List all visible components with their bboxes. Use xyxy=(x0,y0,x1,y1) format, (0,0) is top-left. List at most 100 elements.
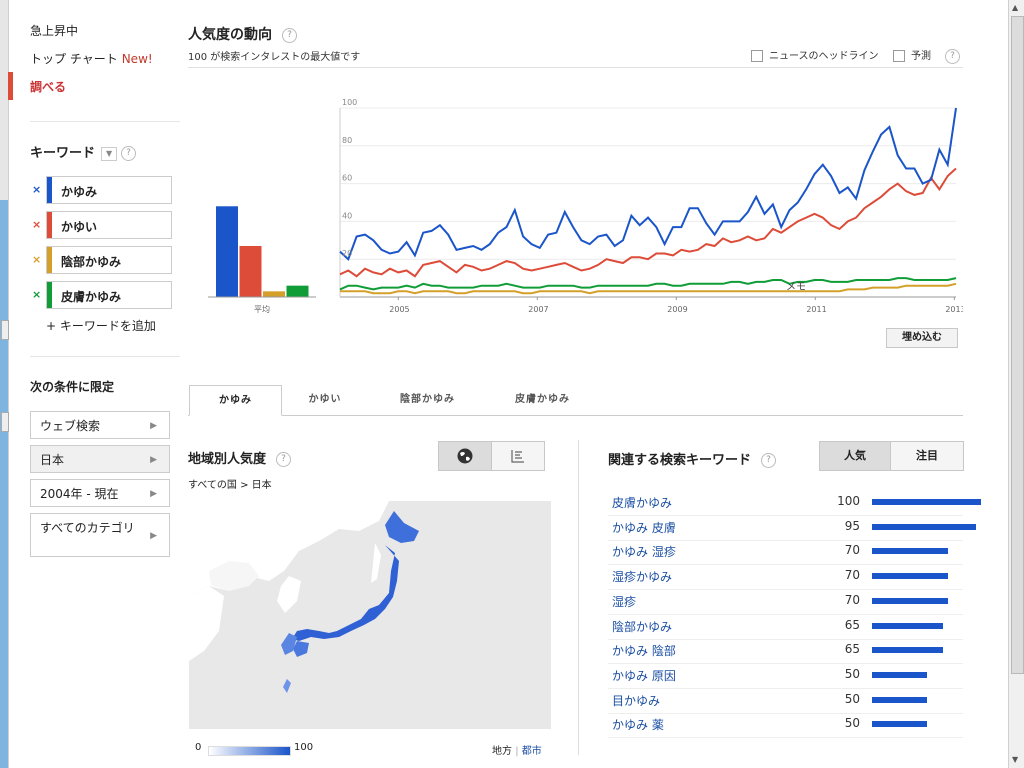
related-query-term[interactable]: かゆみ 皮膚 xyxy=(612,519,676,536)
related-query-term[interactable]: かゆみ 湿疹 xyxy=(612,543,676,560)
help-icon[interactable]: ? xyxy=(276,452,292,467)
city-view-link[interactable]: 都市 xyxy=(522,746,542,757)
chart-memo-annotation[interactable]: メモ xyxy=(786,282,806,293)
filter-region[interactable]: 日本 ▶ xyxy=(30,445,170,473)
keyword-color-swatch xyxy=(47,212,52,238)
related-query-term[interactable]: かゆみ 原因 xyxy=(612,667,676,684)
tab-inbu-kayumi[interactable]: 陰部かゆみ xyxy=(370,385,485,414)
related-query-term[interactable]: 陰部かゆみ xyxy=(612,618,672,635)
legend-min: 0 xyxy=(195,742,202,753)
region-view-link[interactable]: 地方 xyxy=(492,746,512,757)
keyword-box[interactable]: 皮膚かゆみ xyxy=(46,281,172,309)
keyword-chip[interactable]: × 皮膚かゆみ xyxy=(30,281,174,309)
nav-divider xyxy=(30,121,180,122)
keyword-box[interactable]: 陰部かゆみ xyxy=(46,246,172,274)
filter-category[interactable]: すべてのカテゴリ ▶ xyxy=(30,513,170,557)
checkbox-icon[interactable] xyxy=(751,50,763,62)
related-query-bar xyxy=(872,523,976,530)
remove-keyword-icon[interactable]: × xyxy=(32,288,41,301)
help-icon[interactable]: ? xyxy=(945,48,960,64)
related-query-value: 70 xyxy=(844,543,860,558)
map-view-toggle[interactable] xyxy=(438,441,492,471)
legend-gradient xyxy=(208,746,291,756)
related-query-row[interactable]: かゆみ 原因 50 xyxy=(608,664,963,689)
related-query-bar xyxy=(872,548,949,555)
chevron-right-icon: ▶ xyxy=(150,455,157,465)
help-icon[interactable]: ? xyxy=(761,453,777,468)
remove-keyword-icon[interactable]: × xyxy=(32,253,41,266)
region-breadcrumb[interactable]: すべての国 > 日本 xyxy=(188,476,272,491)
related-query-row[interactable]: 陰部かゆみ 65 xyxy=(608,615,963,640)
related-query-bar xyxy=(872,499,981,505)
scroll-up-icon[interactable]: ▲ xyxy=(1012,3,1018,12)
related-query-row[interactable]: かゆみ 皮膚 95 xyxy=(608,516,976,541)
add-keyword-link[interactable]: + キーワードを追加 xyxy=(46,317,156,334)
region-heading: 地域別人気度? xyxy=(188,448,292,467)
keyword-box[interactable]: かゆみ xyxy=(46,176,172,204)
related-query-row[interactable]: 湿疹かゆみ 70 xyxy=(608,565,963,591)
related-query-row[interactable]: かゆみ 薬 50 xyxy=(608,713,963,739)
related-query-row[interactable]: 皮膚かゆみ 100 xyxy=(608,491,981,516)
tab-kayumi[interactable]: かゆみ xyxy=(189,385,282,416)
vertical-scrollbar[interactable]: ▲ ▼ xyxy=(1008,0,1024,768)
keyword-box[interactable]: かゆい xyxy=(46,211,172,239)
related-query-value: 50 xyxy=(844,691,860,706)
nav-item-top-charts[interactable]: トップ チャート New! xyxy=(30,50,180,78)
average-bar xyxy=(286,285,309,297)
keyword-color-swatch xyxy=(47,177,52,203)
filter-divider xyxy=(30,356,180,357)
related-query-value: 100 xyxy=(837,494,860,508)
map-resolution-switch: 地方 | 都市 xyxy=(492,746,542,757)
tab-kayui[interactable]: かゆい xyxy=(280,385,370,414)
keyword-chip[interactable]: × かゆい xyxy=(30,211,174,239)
related-query-bar xyxy=(872,721,927,728)
keyword-color-swatch xyxy=(47,282,52,308)
region-map[interactable] xyxy=(189,501,551,729)
related-query-term[interactable]: かゆみ 薬 xyxy=(612,716,664,733)
related-query-row[interactable]: かゆみ 湿疹 70 xyxy=(608,540,963,566)
y-tick-label: 40 xyxy=(342,211,352,220)
related-query-value: 65 xyxy=(844,617,860,632)
related-query-value: 50 xyxy=(844,716,860,731)
keyword-chip[interactable]: × かゆみ xyxy=(30,176,174,204)
filter-time-range[interactable]: 2004年 - 現在 ▶ xyxy=(30,479,170,507)
related-popular-toggle[interactable]: 人気 xyxy=(819,441,891,471)
left-edge-strip xyxy=(0,0,9,768)
y-tick-label: 60 xyxy=(342,174,352,183)
dropdown-icon[interactable]: ▼ xyxy=(101,146,118,161)
remove-keyword-icon[interactable]: × xyxy=(32,183,41,196)
help-icon[interactable]: ? xyxy=(282,27,297,43)
related-query-bar xyxy=(872,671,927,678)
list-view-toggle[interactable] xyxy=(491,441,545,471)
average-bar xyxy=(263,291,285,297)
related-rising-toggle[interactable]: 注目 xyxy=(890,441,964,471)
checkbox-icon[interactable] xyxy=(893,50,905,62)
help-icon[interactable]: ? xyxy=(121,146,137,161)
collapse-handle[interactable] xyxy=(1,412,9,432)
related-query-term[interactable]: 湿疹かゆみ xyxy=(612,568,672,585)
news-headlines-checkbox[interactable]: ニュースのヘッドライン xyxy=(751,47,879,62)
related-queries-heading: 関連する検索キーワード? xyxy=(608,449,777,468)
related-query-term[interactable]: 目かゆみ xyxy=(612,692,660,709)
forecast-checkbox[interactable]: 予測? xyxy=(893,47,960,64)
trend-title: 人気度の動向? xyxy=(188,24,297,44)
scrollbar-thumb[interactable] xyxy=(1011,16,1024,674)
related-query-term[interactable]: 湿疹 xyxy=(612,593,636,610)
scroll-down-icon[interactable]: ▼ xyxy=(1012,755,1018,764)
nav-item-trending[interactable]: 急上昇中 xyxy=(30,22,180,50)
related-query-row[interactable]: 湿疹 70 xyxy=(608,590,963,615)
keyword-chip[interactable]: × 陰部かゆみ xyxy=(30,246,174,274)
related-query-row[interactable]: 目かゆみ 50 xyxy=(608,689,963,714)
filter-search-type[interactable]: ウェブ検索 ▶ xyxy=(30,411,170,439)
embed-button[interactable]: 埋め込む xyxy=(886,328,958,348)
tab-hifu-kayumi[interactable]: 皮膚かゆみ xyxy=(485,385,600,414)
related-query-term[interactable]: かゆみ 陰部 xyxy=(612,642,676,659)
keyword-tabs: かゆみ かゆい 陰部かゆみ 皮膚かゆみ xyxy=(188,385,963,416)
related-query-term[interactable]: 皮膚かゆみ xyxy=(612,494,672,511)
nav-item-explore[interactable]: 調べる xyxy=(30,78,180,106)
related-query-row[interactable]: かゆみ 陰部 65 xyxy=(608,639,963,665)
filters-heading: 次の条件に限定 xyxy=(30,380,115,394)
chevron-right-icon: ▶ xyxy=(150,489,157,499)
collapse-handle[interactable] xyxy=(1,320,9,340)
remove-keyword-icon[interactable]: × xyxy=(32,218,41,231)
